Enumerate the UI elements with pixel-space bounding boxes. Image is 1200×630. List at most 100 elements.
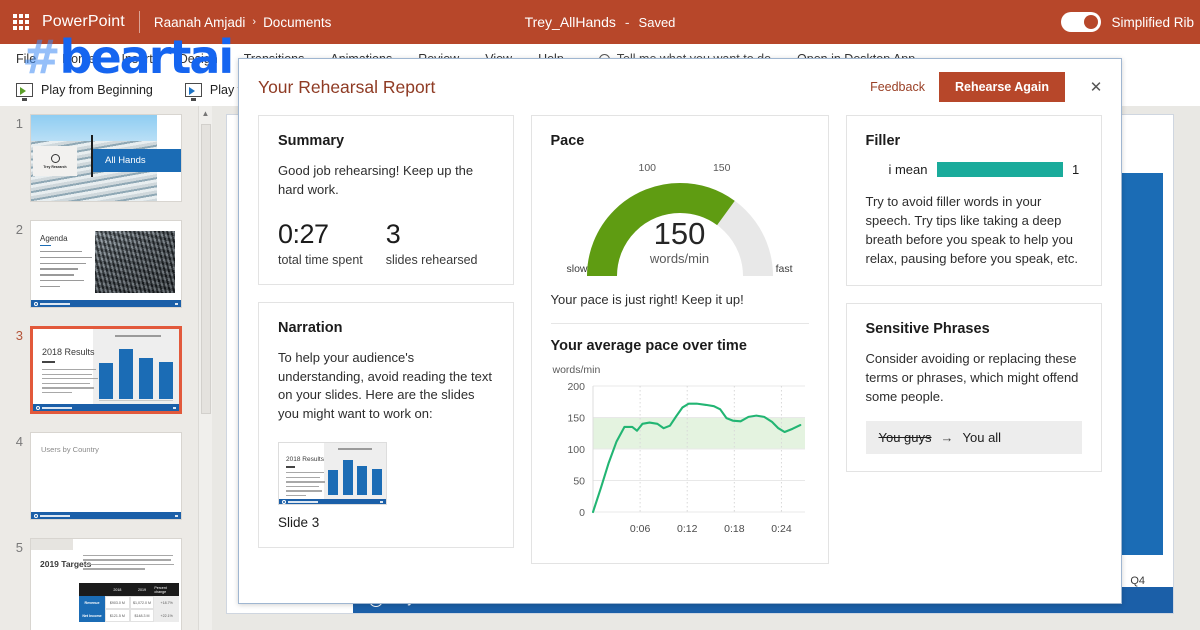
summary-message: Good job rehearsing! Keep up the hard wo… bbox=[278, 162, 494, 200]
gauge-value: 150 bbox=[600, 218, 760, 249]
titlebar-right: Simplified Rib bbox=[1061, 0, 1200, 44]
pace-chart-title: Your average pace over time bbox=[551, 338, 809, 354]
stat-total-time: 0:27 total time spent bbox=[278, 219, 386, 267]
svg-text:200: 200 bbox=[567, 381, 585, 393]
s5-th-1: 2018 bbox=[105, 583, 130, 596]
slide5-table: 2018 2019 Percent change Revenue $903.0 … bbox=[79, 583, 179, 622]
slide2-bullets bbox=[40, 251, 92, 291]
narration-heading: Narration bbox=[278, 320, 494, 336]
breadcrumb-item-user[interactable]: Raanah Amjadi bbox=[154, 15, 246, 30]
s5-rh-1: Net Income bbox=[79, 609, 105, 622]
breadcrumb-item-documents[interactable]: Documents bbox=[263, 15, 331, 30]
app-name[interactable]: PowerPoint bbox=[42, 13, 125, 31]
dialog-body: Summary Good job rehearsing! Keep up the… bbox=[239, 115, 1121, 564]
filler-bar bbox=[937, 162, 1064, 177]
s5-th-0 bbox=[79, 583, 105, 596]
filler-card: Filler i mean 1 Try to avoid filler word… bbox=[846, 115, 1103, 286]
dialog-header: Your Rehearsal Report Feedback Rehearse … bbox=[239, 59, 1121, 115]
powerpoint-web-window: PowerPoint Raanah Amjadi › Documents Tre… bbox=[0, 0, 1200, 630]
close-icon[interactable]: ✕ bbox=[1085, 76, 1107, 98]
slide5-tab bbox=[31, 539, 73, 550]
scroll-up-icon[interactable]: ▲ bbox=[199, 106, 212, 121]
thumbnail-row-3[interactable]: 3 2018 Results bbox=[0, 326, 212, 414]
sensitive-suggestion[interactable]: You guys → You all bbox=[866, 421, 1083, 454]
thumbnail-row-1[interactable]: 1 Trey Research All Hands bbox=[0, 114, 212, 202]
simplified-ribbon-toggle[interactable] bbox=[1061, 12, 1101, 32]
dialog-column-center: Pace 100 150 slow fast 150 bbox=[531, 115, 829, 564]
beartai-watermark: #beartai bbox=[22, 30, 232, 84]
summary-stats: 0:27 total time spent 3 slides rehearsed bbox=[278, 219, 494, 267]
slide3-body-text bbox=[42, 369, 98, 397]
app-launcher-icon bbox=[13, 14, 29, 30]
save-state[interactable]: Saved bbox=[639, 15, 676, 30]
trey-logo-circle-icon bbox=[51, 154, 60, 163]
thumbnail-number-2: 2 bbox=[0, 220, 30, 308]
filler-heading: Filler bbox=[866, 133, 1083, 149]
dialog-title: Your Rehearsal Report bbox=[258, 77, 435, 98]
narration-footer bbox=[279, 499, 386, 504]
svg-text:0:12: 0:12 bbox=[677, 523, 698, 535]
s5-th-3: Percent change bbox=[154, 583, 179, 596]
s5-cell-1-2: $148.3 M bbox=[130, 609, 155, 622]
slide3-title: 2018 Results bbox=[42, 347, 95, 357]
app-launcher-button[interactable] bbox=[0, 14, 42, 30]
filler-note: Try to avoid filler words in your speech… bbox=[866, 193, 1083, 268]
slide-thumbnail-3[interactable]: 2018 Results bbox=[30, 326, 182, 414]
gauge-label-fast: fast bbox=[776, 263, 793, 275]
filler-bar-row: i mean 1 bbox=[866, 162, 1083, 177]
chevron-right-icon: › bbox=[252, 16, 256, 28]
slide-thumbnail-2[interactable]: Agenda bbox=[30, 220, 182, 308]
dialog-column-left: Summary Good job rehearsing! Keep up the… bbox=[258, 115, 514, 564]
narration-chart-title bbox=[338, 448, 372, 450]
slide-thumbnail-1[interactable]: Trey Research All Hands bbox=[30, 114, 182, 202]
pace-chart-ylabel: words/min bbox=[553, 364, 809, 376]
slide3-bars bbox=[99, 345, 173, 399]
scrollbar-thumb[interactable] bbox=[201, 124, 211, 414]
svg-text:0:18: 0:18 bbox=[724, 523, 745, 535]
watermark-text: beartai bbox=[60, 30, 233, 84]
svg-text:50: 50 bbox=[573, 476, 585, 488]
canvas-bar-value: 121.5 bbox=[1123, 151, 1151, 163]
slide-thumbnail-4[interactable]: Users by Country bbox=[30, 432, 182, 520]
thumbnail-number-1: 1 bbox=[0, 114, 30, 202]
gauge-label-slow: slow bbox=[567, 263, 588, 275]
thumbnail-number-3: 3 bbox=[0, 326, 30, 414]
pace-line-chart: 0501001502000:060:120:180:24 bbox=[551, 378, 809, 546]
slide3-rule bbox=[42, 361, 55, 363]
rehearse-again-button[interactable]: Rehearse Again bbox=[939, 72, 1065, 102]
slide2-photo bbox=[95, 231, 175, 293]
slide2-footer bbox=[31, 300, 181, 307]
play-from-beginning-label: Play from Beginning bbox=[41, 83, 153, 97]
s5-rh-0: Revenue bbox=[79, 596, 105, 609]
arrow-right-icon: → bbox=[941, 430, 954, 445]
narration-body-text bbox=[286, 472, 325, 500]
sensitive-new-phrase: You all bbox=[963, 430, 1002, 445]
narration-slide-label: Slide 3 bbox=[278, 515, 494, 530]
narration-thumb-title: 2018 Results bbox=[286, 456, 324, 463]
status-dash: - bbox=[625, 14, 630, 30]
play-from-beginning-icon bbox=[16, 83, 33, 97]
sensitive-phrases-card: Sensitive Phrases Consider avoiding or r… bbox=[846, 303, 1103, 472]
play-from-beginning-button[interactable]: Play from Beginning bbox=[0, 83, 169, 97]
narration-rule bbox=[286, 466, 295, 468]
pace-heading: Pace bbox=[551, 133, 809, 149]
slide2-rule bbox=[40, 245, 51, 246]
narration-slide-thumbnail[interactable]: 2018 Results bbox=[278, 442, 387, 505]
sensitive-old-phrase: You guys bbox=[879, 430, 932, 445]
pace-over-time-section: Your average pace over time words/min 05… bbox=[551, 338, 809, 546]
pace-gauge: 100 150 slow fast 150 words/min bbox=[551, 162, 809, 286]
slide-thumbnail-pane[interactable]: 1 Trey Research All Hands 2 Agenda bbox=[0, 106, 212, 630]
slide2-title: Agenda bbox=[40, 234, 68, 243]
svg-text:100: 100 bbox=[567, 444, 585, 456]
thumbnail-row-4[interactable]: 4 Users by Country bbox=[0, 432, 212, 520]
canvas-bar-category: Q4 bbox=[1130, 575, 1145, 587]
sensitive-note: Consider avoiding or replacing these ter… bbox=[866, 350, 1083, 407]
slide-thumbnail-5[interactable]: 2019 Targets 2018 2019 Percent change Re… bbox=[30, 538, 182, 630]
pace-message: Your pace is just right! Keep it up! bbox=[551, 292, 809, 307]
feedback-link[interactable]: Feedback bbox=[870, 80, 925, 94]
thumbnail-scrollbar[interactable]: ▲ bbox=[198, 106, 212, 630]
thumbnail-row-5[interactable]: 5 2019 Targets 2018 2019 Percent change … bbox=[0, 538, 212, 630]
document-name[interactable]: Trey_AllHands bbox=[525, 14, 616, 30]
slide3-footer bbox=[33, 404, 179, 411]
thumbnail-row-2[interactable]: 2 Agenda bbox=[0, 220, 212, 308]
